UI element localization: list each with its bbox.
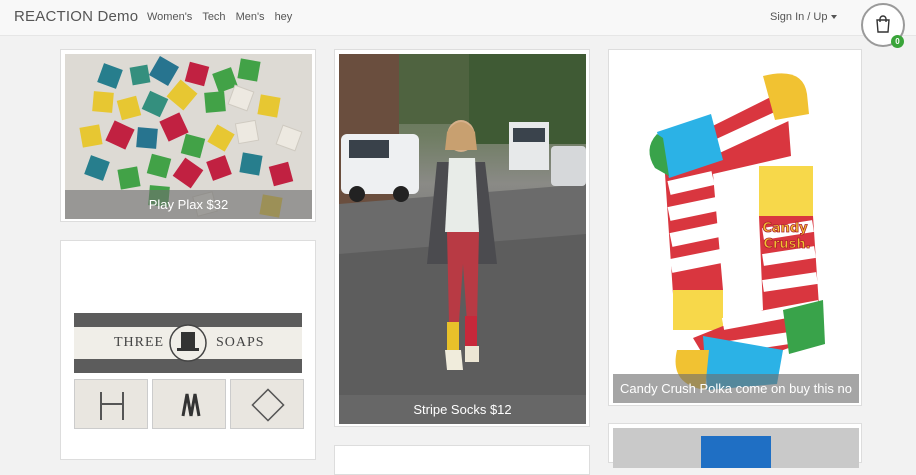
top-navbar: REACTION Demo Women's Tech Men's hey Sig… bbox=[0, 0, 916, 36]
svg-text:Candy: Candy bbox=[762, 221, 808, 236]
product-card-stripe-socks[interactable]: Stripe Socks $12 bbox=[334, 49, 590, 427]
top-hat-icon bbox=[169, 324, 207, 362]
sign-in-label: Sign In / Up bbox=[770, 11, 828, 23]
product-title: Play Plax $32 bbox=[65, 190, 312, 219]
product-image: Candy Crush. Candy Crush Polka come on b… bbox=[613, 54, 859, 403]
nav-item-tech[interactable]: Tech bbox=[202, 11, 225, 23]
product-image: Play Plax $32 bbox=[65, 54, 312, 219]
shopping-bag-icon bbox=[876, 15, 890, 33]
product-title: Stripe Socks $12 bbox=[339, 395, 586, 424]
nav-item-hey[interactable]: hey bbox=[275, 11, 293, 23]
soap-word-three: THREE bbox=[114, 335, 165, 350]
cart-count-badge: 0 bbox=[891, 35, 904, 48]
nav-item-womens[interactable]: Women's bbox=[147, 11, 192, 23]
soap-word-soaps: SOAPS bbox=[216, 335, 265, 350]
soap-bar-1 bbox=[74, 379, 148, 429]
product-image bbox=[613, 428, 859, 468]
brand-logo[interactable]: REACTION Demo bbox=[14, 8, 138, 25]
main-nav: Women's Tech Men's hey bbox=[147, 11, 292, 23]
product-card-candy-crush[interactable]: Candy Crush. Candy Crush Polka come on b… bbox=[608, 49, 862, 406]
sign-in-dropdown[interactable]: Sign In / Up bbox=[770, 11, 838, 23]
product-card-play-plax[interactable]: Play Plax $32 bbox=[60, 49, 316, 222]
product-card-soaps[interactable]: THREE SOAPS bbox=[60, 240, 316, 460]
soap-bar-2 bbox=[152, 379, 226, 429]
product-title: Candy Crush Polka come on buy this no bbox=[613, 374, 859, 403]
cart-button[interactable]: 0 bbox=[861, 3, 905, 48]
soap-band: THREE SOAPS bbox=[74, 313, 302, 373]
svg-text:Crush.: Crush. bbox=[763, 237, 810, 252]
product-card-partial-3[interactable] bbox=[608, 423, 862, 468]
caret-down-icon bbox=[831, 15, 838, 19]
soap-bar-3 bbox=[230, 379, 304, 429]
product-image: THREE SOAPS bbox=[65, 245, 312, 457]
product-image: Stripe Socks $12 bbox=[339, 54, 586, 424]
nav-item-mens[interactable]: Men's bbox=[236, 11, 265, 23]
